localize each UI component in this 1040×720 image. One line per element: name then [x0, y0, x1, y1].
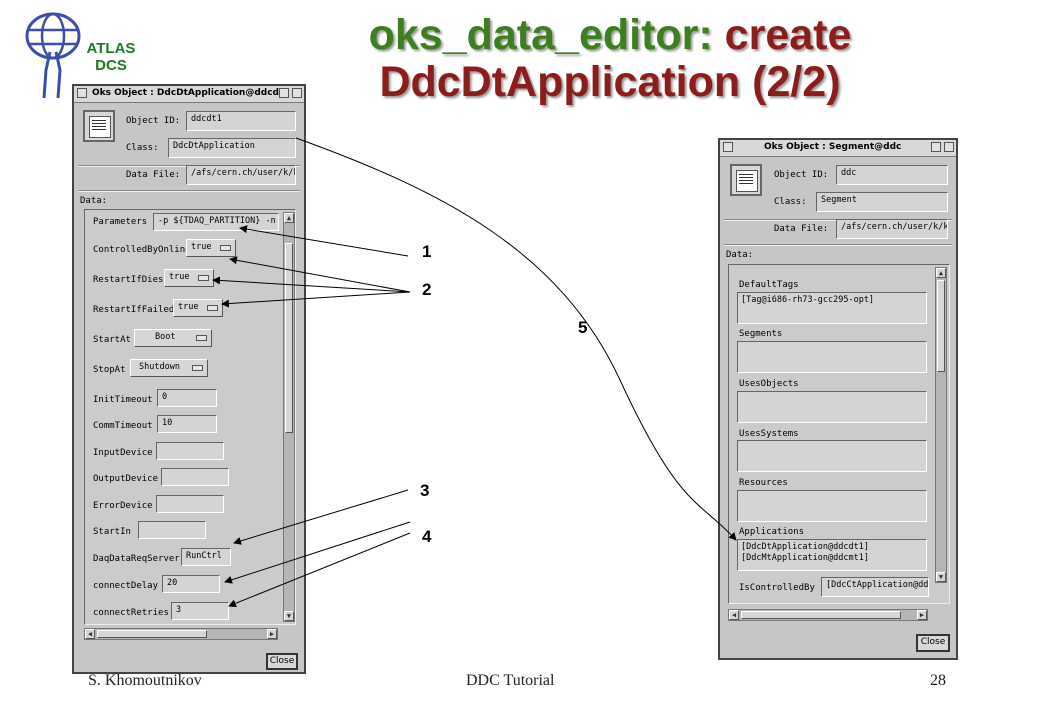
- arrow-2-restartifdies: [212, 276, 411, 293]
- arrow-1-parameters: [239, 225, 409, 257]
- callout-2: 2: [422, 280, 432, 299]
- arrow-4-connectdelay: [224, 521, 411, 584]
- callout-3: 3: [420, 481, 430, 500]
- callout-1: 1: [422, 242, 432, 261]
- arrow-4-connectretries: [228, 532, 411, 608]
- footer-page-number: 28: [930, 672, 946, 689]
- arrow-3-daqdatareqserver: [233, 489, 409, 545]
- annotation-arrows: [212, 137, 737, 608]
- arrow-2-restartiffailed: [221, 291, 411, 308]
- footer-center: DDC Tutorial: [466, 672, 555, 689]
- footer-author: S. Khomoutnikov: [88, 672, 202, 689]
- arrow-5-applications: [295, 137, 737, 541]
- callout-4: 4: [422, 527, 432, 546]
- callout-5: 5: [578, 318, 588, 337]
- arrow-2-controlledbyonline: [229, 256, 411, 293]
